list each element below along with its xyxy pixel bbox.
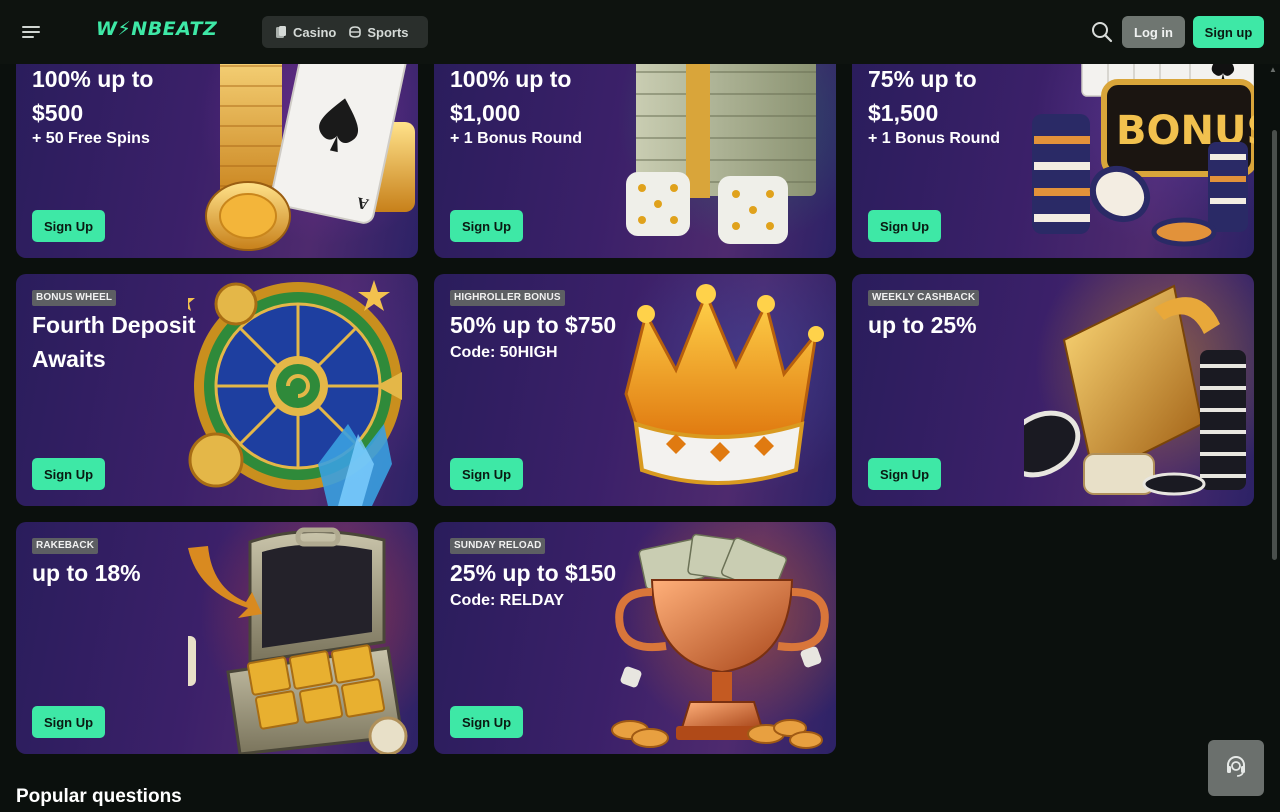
promo-code: Code: RELDAY [450, 592, 565, 609]
card-title: 100% up to $500 [32, 62, 292, 130]
card-title: up to 18% [32, 556, 292, 590]
card-title-line: 100% up to [450, 66, 572, 92]
promo-card-weekly-cashback[interactable]: WEEKLY CASHBACK up to 25% Sign Up [852, 274, 1254, 506]
promo-card-sunday-reload[interactable]: SUNDAY RELOAD 25% up to $150 Code: RELDA… [434, 522, 836, 754]
card-title-line: 100% up to [32, 66, 154, 92]
site-logo[interactable]: W⚡NBEATZ [96, 18, 217, 40]
promo-badge: WEEKLY CASHBACK [868, 290, 980, 306]
nav-casino[interactable]: Casino [268, 18, 342, 46]
signup-cta-button[interactable]: Sign Up [868, 458, 941, 490]
card-title-line: Awaits [32, 346, 106, 372]
card-title: 75% up to $1,500 [868, 62, 1128, 130]
card-title: 25% up to $150 [450, 556, 750, 590]
signup-button[interactable]: Sign up [1193, 16, 1264, 48]
card-subtitle: + 1 Bonus Round [450, 130, 582, 147]
signup-cta-button[interactable]: Sign Up [32, 706, 105, 738]
nav-sports-label: Sports [367, 24, 409, 40]
card-title: 100% up to $1,000 [450, 62, 710, 130]
section-title-popular-questions: Popular questions [16, 786, 182, 807]
promo-card-bonus-wheel[interactable]: BONUS WHEEL Fourth Deposit Awaits Sign U… [16, 274, 418, 506]
top-header: W⚡NBEATZ Casino Sports Log in Sign up [0, 0, 1280, 64]
casino-icon [274, 25, 288, 39]
sports-icon [348, 25, 362, 39]
card-title-line: $500 [32, 100, 84, 126]
signup-cta-button[interactable]: Sign Up [450, 706, 523, 738]
card-title-line: up to 18% [32, 560, 141, 586]
headset-icon [1224, 754, 1248, 783]
promo-card-highroller[interactable]: HIGHROLLER BONUS 50% up to $750 Code: 50… [434, 274, 836, 506]
card-title-line: 75% up to [868, 66, 977, 92]
card-title-line: $1,500 [868, 100, 939, 126]
card-subtitle: + 1 Bonus Round [868, 130, 1000, 147]
promo-badge: RAKEBACK [32, 538, 99, 554]
signup-cta-button[interactable]: Sign Up [868, 210, 941, 242]
login-button[interactable]: Log in [1122, 16, 1185, 48]
card-title-line: $1,000 [450, 100, 521, 126]
nav-casino-label: Casino [293, 24, 337, 40]
card-title: 50% up to $750 [450, 308, 750, 342]
promo-code: Code: 50HIGH [450, 344, 558, 361]
card-title-line: 50% up to $750 [450, 312, 617, 338]
search-icon[interactable] [1090, 20, 1114, 44]
top-nav: Casino Sports [262, 16, 428, 48]
promo-badge: BONUS WHEEL [32, 290, 117, 306]
scroll-up-arrow[interactable]: ▲ [1268, 66, 1278, 74]
nav-sports[interactable]: Sports [342, 18, 414, 46]
promo-badge: HIGHROLLER BONUS [450, 290, 565, 306]
card-title-line: Fourth Deposit [32, 312, 196, 338]
signup-cta-button[interactable]: Sign Up [32, 210, 105, 242]
signup-cta-button[interactable]: Sign Up [32, 458, 105, 490]
support-chat-button[interactable] [1208, 740, 1264, 796]
promo-badge: SUNDAY RELOAD [450, 538, 546, 554]
card-title: up to 25% [868, 308, 1128, 342]
signup-cta-button[interactable]: Sign Up [450, 458, 523, 490]
menu-icon[interactable] [22, 24, 42, 40]
card-title-line: 25% up to $150 [450, 560, 617, 586]
card-title-line: up to 25% [868, 312, 977, 338]
scrollbar-thumb[interactable] [1272, 130, 1277, 560]
signup-cta-button[interactable]: Sign Up [450, 210, 523, 242]
promo-card-rakeback[interactable]: RAKEBACK up to 18% Sign Up [16, 522, 418, 754]
card-subtitle: + 50 Free Spins [32, 130, 150, 147]
card-title: Fourth Deposit Awaits [32, 308, 292, 376]
